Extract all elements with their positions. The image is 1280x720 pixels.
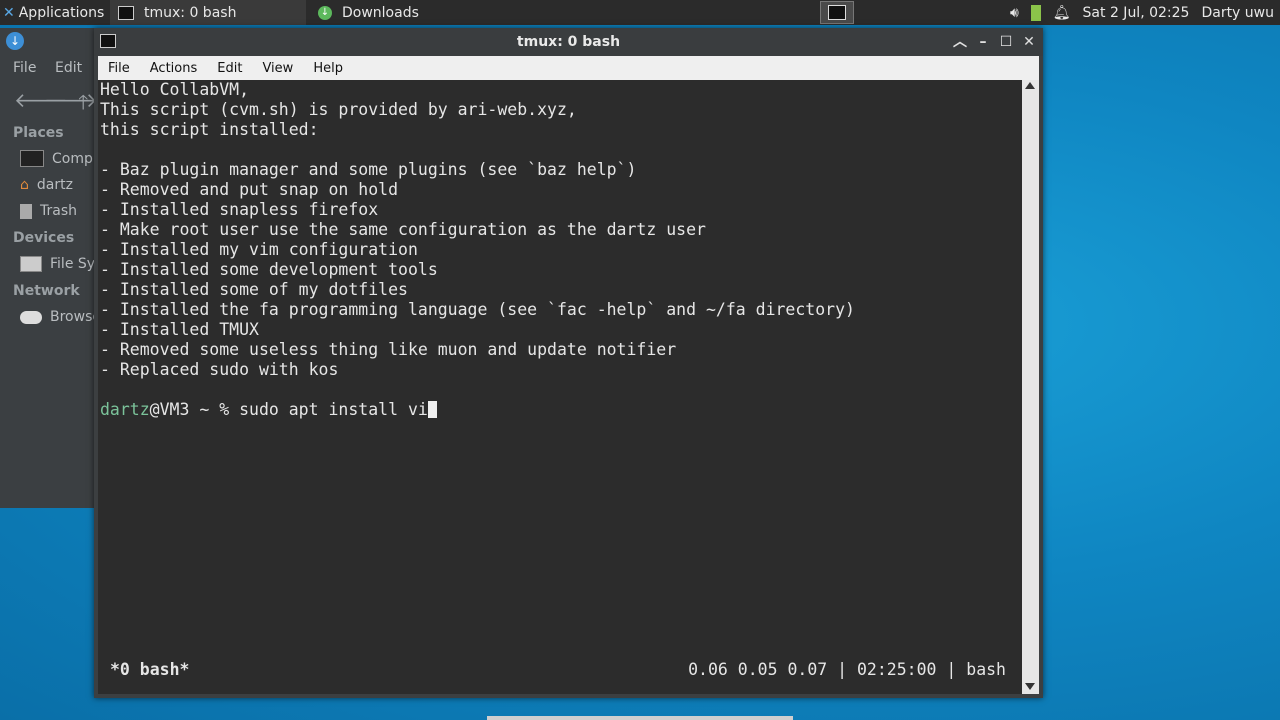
terminal-line: This script (cvm.sh) is provided by ari-… — [100, 100, 577, 119]
clock[interactable]: Sat 2 Jul, 02:25 — [1083, 5, 1190, 21]
window-title: tmux: 0 bash — [516, 34, 621, 50]
terminal-output[interactable]: Hello CollabVM, This script (cvm.sh) is … — [98, 80, 1022, 694]
terminal-line: - Replaced sudo with kos — [100, 360, 339, 379]
volume-icon[interactable]: 🔊︎ — [1010, 5, 1019, 21]
terminal-line: - Removed some useless thing like muon a… — [100, 340, 677, 359]
menu-actions[interactable]: Actions — [140, 61, 208, 76]
window-titlebar[interactable]: tmux: 0 bash ︿ – ☐ ✕ — [94, 28, 1043, 56]
forward-arrow-icon[interactable]: 🡒 — [44, 88, 98, 112]
drive-icon — [20, 256, 42, 272]
up-arrow-icon[interactable]: 🡑 — [78, 88, 88, 122]
tmux-window-list[interactable]: *0 bash* — [110, 660, 189, 680]
scroll-down-arrow-icon[interactable] — [1025, 683, 1035, 690]
chevron-up-icon[interactable]: ︿ — [951, 33, 969, 51]
fm-menu-edit[interactable]: Edit — [55, 60, 82, 76]
battery-icon[interactable] — [1030, 4, 1041, 21]
sidebar-item-trash[interactable]: Trash — [20, 203, 77, 219]
sidebar-item-label: dartz — [36, 177, 73, 193]
sidebar-item-computer[interactable]: Compu — [20, 150, 100, 167]
xfce-logo-icon: ✕ — [3, 4, 15, 21]
places-heading: Places — [13, 125, 64, 141]
prompt-host-path: @VM3 ~ % — [149, 400, 240, 419]
text-cursor — [427, 401, 437, 418]
command-input[interactable]: sudo apt install vi — [239, 400, 428, 419]
sidebar-item-browse-network[interactable]: Browse — [20, 309, 100, 325]
taskbar-item-label: Downloads — [342, 4, 419, 21]
top-panel: ✕ Applications tmux: 0 bash ↓ Downloads … — [0, 0, 1280, 25]
terminal-icon — [118, 5, 134, 20]
notification-bell-icon[interactable]: 🔔︎ — [1053, 5, 1071, 21]
user-menu[interactable]: Darty uwu — [1201, 5, 1274, 21]
network-heading: Network — [13, 283, 80, 299]
terminal-icon — [828, 5, 846, 20]
menu-edit[interactable]: Edit — [207, 61, 252, 76]
menu-view[interactable]: View — [252, 61, 303, 76]
prompt-line[interactable]: dartz@VM3 ~ % sudo apt install vi — [100, 400, 855, 420]
sidebar-item-home[interactable]: ⌂ dartz — [20, 177, 73, 193]
prompt-user: dartz — [100, 400, 150, 419]
fm-menu-file[interactable]: File — [13, 60, 36, 76]
bottom-dock-edge — [487, 716, 793, 720]
terminal-line: - Make root user use the same configurat… — [100, 220, 706, 239]
applications-label: Applications — [18, 4, 105, 21]
terminal-line: - Installed some development tools — [100, 260, 438, 279]
download-icon: ↓ — [318, 5, 332, 20]
panel-tray: 🔊︎ 🔔︎ Sat 2 Jul, 02:25 Darty uwu — [1010, 0, 1280, 25]
terminal-line: Hello CollabVM, — [100, 80, 250, 99]
taskbar-item-label: tmux: 0 bash — [144, 4, 237, 21]
terminal-line: - Installed snapless firefox — [100, 200, 379, 219]
terminal-line: - Baz plugin manager and some plugins (s… — [100, 160, 637, 179]
terminal-line: - Installed my vim configuration — [100, 240, 418, 259]
workspace-terminal-button[interactable] — [820, 1, 854, 24]
devices-heading: Devices — [13, 230, 75, 246]
taskbar-item-tmux[interactable]: tmux: 0 bash — [110, 0, 306, 25]
file-manager-window: ↓ File Edit 🡐 🡒 🡑 Places Compu ⌂ dartz T… — [0, 28, 101, 508]
minimize-button[interactable]: – — [974, 33, 992, 51]
cloud-icon — [20, 310, 42, 324]
terminal-line: - Removed and put snap on hold — [100, 180, 399, 199]
terminal-line: - Installed some of my dotfiles — [100, 280, 408, 299]
menu-help[interactable]: Help — [303, 61, 353, 76]
scroll-up-arrow-icon[interactable] — [1025, 82, 1035, 89]
sidebar-item-label: File Sy — [50, 256, 96, 272]
terminal-scrollbar[interactable] — [1022, 80, 1039, 694]
download-icon: ↓ — [6, 32, 24, 50]
sidebar-item-label: Trash — [40, 203, 77, 219]
maximize-button[interactable]: ☐ — [997, 33, 1015, 51]
terminal-window: tmux: 0 bash ︿ – ☐ ✕ File Actions Edit V… — [94, 28, 1043, 698]
tmux-status-bar: *0 bash* 0.06 0.05 0.07 | 02:25:00 | bas… — [98, 658, 1022, 682]
tmux-status-right: 0.06 0.05 0.07 | 02:25:00 | bash — [688, 660, 1006, 679]
terminal-line: - Installed TMUX — [100, 320, 259, 339]
computer-icon — [20, 150, 44, 167]
menu-file[interactable]: File — [98, 61, 140, 76]
terminal-line: - Installed the fa programming language … — [100, 300, 855, 319]
trash-icon — [20, 203, 32, 219]
home-icon: ⌂ — [20, 177, 29, 193]
terminal-line: this script installed: — [100, 120, 319, 139]
close-button[interactable]: ✕ — [1020, 33, 1038, 51]
taskbar-item-downloads[interactable]: ↓ Downloads — [310, 0, 510, 25]
applications-menu[interactable]: ✕ Applications — [0, 0, 108, 25]
sidebar-item-filesystem[interactable]: File Sy — [20, 256, 95, 272]
terminal-menubar: File Actions Edit View Help — [98, 56, 1039, 80]
